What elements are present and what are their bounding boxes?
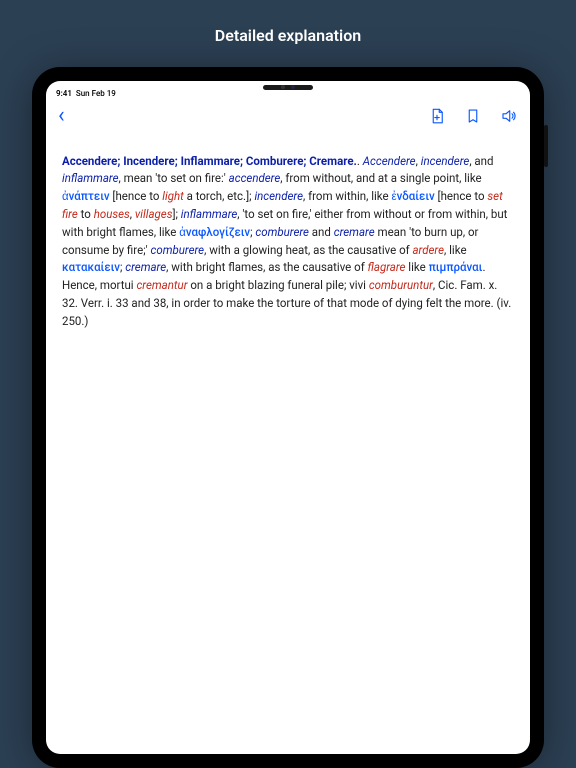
- lat-incendere: incendere: [421, 154, 470, 168]
- lat-incendere-2: incendere: [254, 189, 303, 203]
- lat-accendere: Accendere: [363, 154, 416, 168]
- device-screen: 9:41 Sun Feb 19 ‹ Accendere; Incendere; …: [46, 81, 530, 754]
- greek-katakaiein: κατακαίειν: [62, 260, 120, 274]
- lat-cremare: cremare: [334, 225, 375, 239]
- term-flagrare: flagrare: [368, 260, 406, 274]
- back-button[interactable]: ‹: [58, 105, 65, 127]
- lat-comburere: comburere: [255, 225, 309, 239]
- lat-inflammare-2: inflammare: [181, 207, 238, 221]
- status-time: 9:41: [56, 89, 72, 98]
- term-light: light: [162, 189, 183, 203]
- bookmark-icon[interactable]: [464, 107, 482, 125]
- entry-body: Accendere; Incendere; Inflammare; Combur…: [46, 131, 530, 754]
- greek-endaiein: ἐνδαίειν: [391, 189, 434, 203]
- greek-anaphlogizein: ἀναφλογίζειν: [179, 225, 250, 239]
- greek-pimpranai: πιμπράναι: [429, 260, 483, 274]
- lat-cremare-2: cremare: [125, 260, 166, 274]
- term-houses: houses: [94, 207, 130, 221]
- term-ardere: ardere: [412, 243, 444, 257]
- page-caption: Detailed explanation: [215, 26, 361, 45]
- lat-accendere-2: accendere: [229, 171, 281, 185]
- term-villages: villages: [135, 207, 173, 221]
- status-bar: 9:41 Sun Feb 19: [46, 81, 530, 101]
- device-frame: 9:41 Sun Feb 19 ‹ Accendere; Incendere; …: [32, 67, 544, 768]
- greek-anaptein: ἀνάπτειν: [62, 189, 110, 203]
- headwords: Accendere; Incendere; Inflammare; Combur…: [62, 154, 357, 168]
- term-comburuntur: comburuntur: [369, 278, 433, 292]
- entry-paragraph: Accendere; Incendere; Inflammare; Combur…: [62, 153, 514, 331]
- new-doc-icon[interactable]: [428, 107, 446, 125]
- lat-comburere-2: comburere: [151, 243, 205, 257]
- camera-notch: [263, 85, 313, 90]
- lat-inflammare: inflammare: [62, 171, 119, 185]
- nav-bar: ‹: [46, 101, 530, 131]
- speaker-icon[interactable]: [500, 107, 518, 125]
- status-date: Sun Feb 19: [76, 89, 116, 98]
- term-cremantur: cremantur: [136, 278, 187, 292]
- nav-actions: [428, 107, 518, 125]
